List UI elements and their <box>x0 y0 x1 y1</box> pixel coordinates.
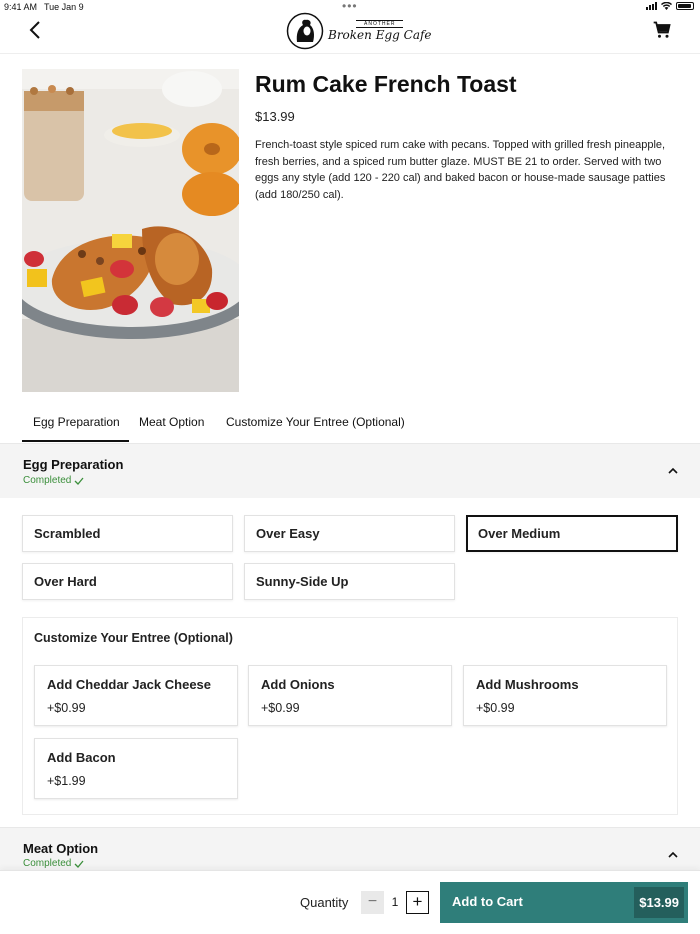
addon-price: +$0.99 <box>47 701 86 715</box>
brand-logo: ANOTHER Broken Egg Cafe <box>286 11 432 51</box>
egg-option-over-easy[interactable]: Over Easy <box>244 515 455 552</box>
addon-name: Add Bacon <box>47 750 116 765</box>
tab-meat-option[interactable]: Meat Option <box>139 405 204 442</box>
quantity-value: 1 <box>391 895 399 909</box>
cart-icon[interactable] <box>652 20 672 40</box>
egg-option-sunny-side-up[interactable]: Sunny-Side Up <box>244 563 455 600</box>
french-toast-photo <box>22 69 239 392</box>
quantity-increase-button[interactable]: + <box>406 891 429 914</box>
customize-title: Customize Your Entree (Optional) <box>34 631 233 645</box>
product-image <box>22 69 239 392</box>
addon-price: +$0.99 <box>261 701 300 715</box>
quantity-label: Quantity <box>300 895 349 910</box>
section-title: Egg Preparation <box>23 457 124 472</box>
checkmark-icon <box>74 477 84 485</box>
tab-customize-entree[interactable]: Customize Your Entree (Optional) <box>226 405 405 442</box>
product-description: French-toast style spiced rum cake with … <box>255 139 666 201</box>
option-tabs: Egg Preparation Meat Option Customize Yo… <box>0 405 700 442</box>
chevron-up-icon[interactable] <box>666 464 680 478</box>
customize-entree-panel: Customize Your Entree (Optional) Add Che… <box>22 617 678 815</box>
logo-text: ANOTHER Broken Egg Cafe <box>328 20 432 42</box>
quantity-decrease-button[interactable]: − <box>361 891 384 914</box>
egg-option-over-hard[interactable]: Over Hard <box>22 563 233 600</box>
add-to-cart-button[interactable]: Add to Cart $13.99 <box>440 882 688 923</box>
addon-mushrooms[interactable]: Add Mushrooms +$0.99 <box>463 665 667 726</box>
addon-cheddar-jack-cheese[interactable]: Add Cheddar Jack Cheese +$0.99 <box>34 665 238 726</box>
add-to-cart-label: Add to Cart <box>452 894 523 909</box>
addon-bacon[interactable]: Add Bacon +$1.99 <box>34 738 238 799</box>
meat-option-header[interactable]: Meat Option Completed <box>0 827 700 870</box>
completed-label: Completed <box>23 475 72 486</box>
back-arrow-icon[interactable] <box>24 18 48 42</box>
chef-logo-icon <box>286 12 324 50</box>
addon-onions[interactable]: Add Onions +$0.99 <box>248 665 452 726</box>
checkmark-icon <box>74 860 84 868</box>
addon-price: +$0.99 <box>476 701 515 715</box>
completed-status: Completed <box>23 475 84 486</box>
egg-preparation-header[interactable]: Egg Preparation Completed <box>0 443 700 498</box>
egg-option-over-medium[interactable]: Over Medium <box>466 515 678 552</box>
completed-status: Completed <box>23 858 84 869</box>
product-price: $13.99 <box>255 109 295 124</box>
completed-label: Completed <box>23 858 72 869</box>
addon-name: Add Onions <box>261 677 335 692</box>
logo-name: Broken Egg Cafe <box>328 28 432 42</box>
section-title: Meat Option <box>23 841 99 856</box>
tab-egg-preparation[interactable]: Egg Preparation <box>22 405 129 442</box>
egg-option-scrambled[interactable]: Scrambled <box>22 515 233 552</box>
add-to-cart-bar: Quantity − 1 + Add to Cart $13.99 <box>0 870 700 934</box>
cart-total-price: $13.99 <box>634 887 684 918</box>
logo-tagline: ANOTHER <box>356 20 404 28</box>
product-title: Rum Cake French Toast <box>255 71 517 97</box>
chevron-up-icon[interactable] <box>666 848 680 862</box>
addon-name: Add Cheddar Jack Cheese <box>47 677 212 692</box>
addon-price: +$1.99 <box>47 774 86 788</box>
app-header: ANOTHER Broken Egg Cafe <box>0 8 700 54</box>
addon-name: Add Mushrooms <box>476 677 579 692</box>
